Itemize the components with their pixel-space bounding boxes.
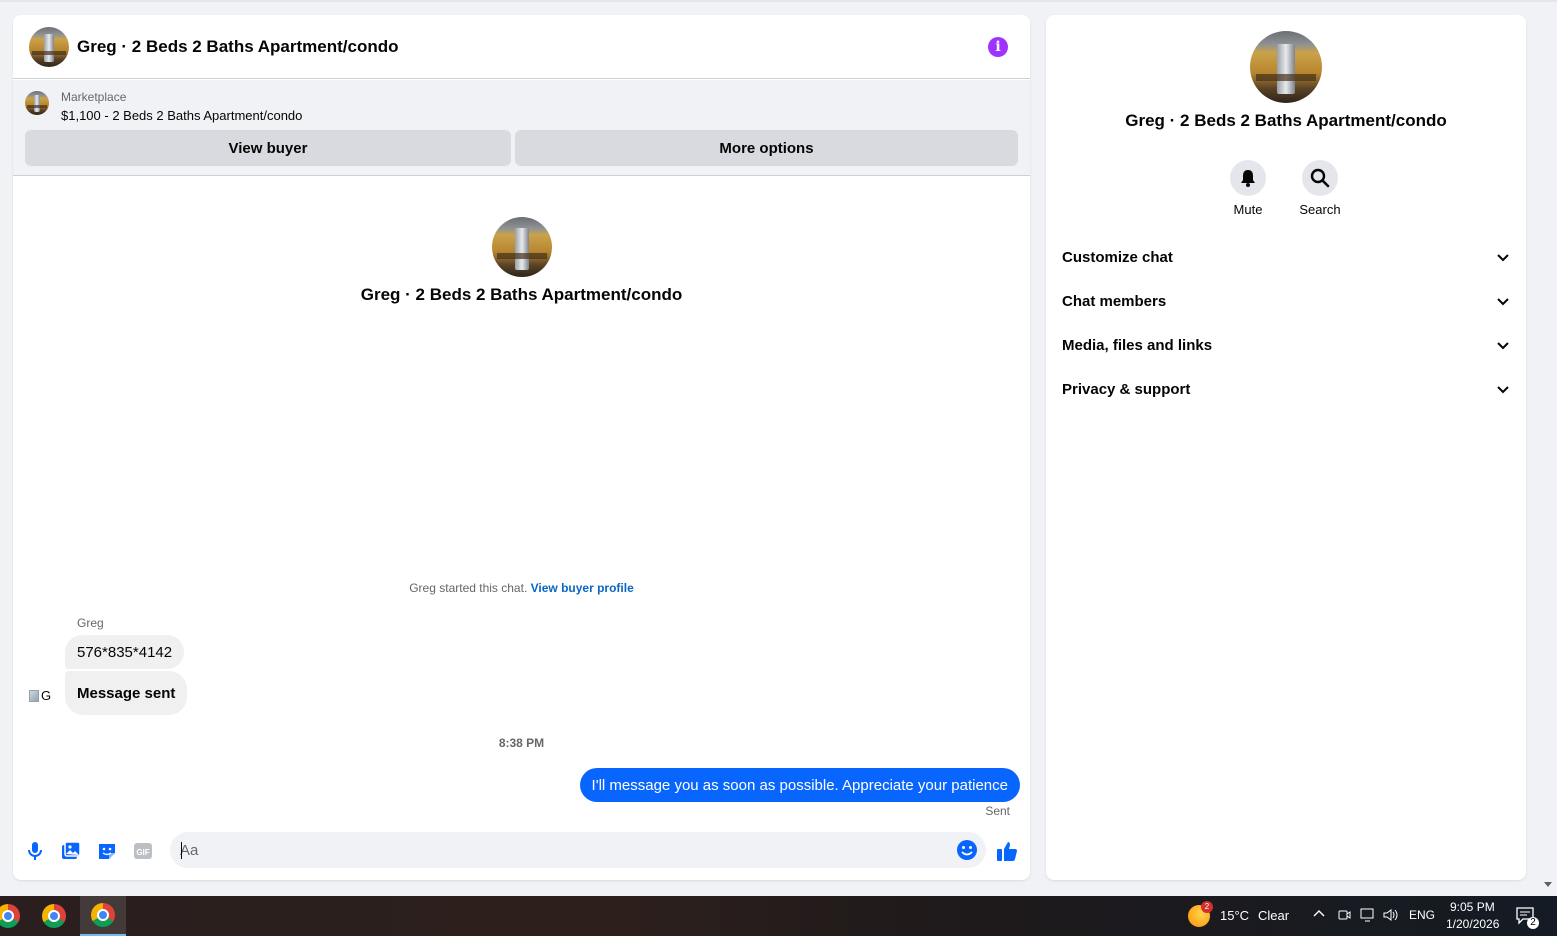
search-icon (1302, 160, 1338, 196)
outgoing-message[interactable]: I'll message you as soon as possible. Ap… (579, 768, 1020, 802)
info-icon[interactable]: i (988, 37, 1008, 57)
scroll-down-arrow[interactable] (1544, 882, 1552, 887)
weather-condition[interactable]: Clear (1258, 908, 1289, 923)
message-input[interactable] (180, 832, 940, 868)
chevron-down-icon (1497, 386, 1509, 394)
marketplace-label: Marketplace (61, 90, 127, 104)
listing-thumbnail (25, 91, 49, 115)
intro-name: Greg · 2 Beds 2 Baths Apartment/condo (360, 285, 683, 304)
meet-now-icon[interactable] (1337, 908, 1351, 925)
sender-avatar: G (29, 688, 51, 703)
text-caret (181, 842, 182, 859)
chat-panel: Greg · 2 Beds 2 Baths Apartment/condo i … (13, 15, 1030, 880)
section-label: Chat members (1062, 292, 1167, 310)
chrome-taskbar-icon[interactable] (34, 896, 74, 936)
started-text: Greg started this chat. (409, 581, 528, 595)
conversation-info-panel: Greg · 2 Beds 2 Baths Apartment/condo Mu… (1046, 15, 1526, 880)
chrome-taskbar-icon-active[interactable] (80, 896, 126, 936)
clock-time[interactable]: 9:05 PM (1450, 900, 1495, 914)
top-divider (0, 0, 1557, 2)
search-label: Search (1299, 202, 1341, 217)
gif-icon[interactable]: GIF (132, 840, 154, 862)
bell-icon (1230, 160, 1266, 196)
chat-header: Greg · 2 Beds 2 Baths Apartment/condo i (13, 15, 1030, 79)
incoming-message[interactable]: 576*835*4142 (65, 635, 185, 669)
broken-image-icon (29, 689, 39, 702)
weather-temperature[interactable]: 15°C (1220, 908, 1249, 923)
chat-title[interactable]: Greg · 2 Beds 2 Baths Apartment/condo (77, 37, 398, 57)
weather-badge: 2 (1201, 901, 1213, 913)
chrome-taskbar-icon[interactable] (0, 896, 28, 936)
volume-icon[interactable] (1383, 908, 1399, 925)
emoji-icon[interactable] (956, 839, 978, 861)
intro-avatar[interactable] (492, 217, 552, 277)
customize-chat-section[interactable]: Customize chat (1062, 237, 1510, 277)
photo-icon[interactable] (60, 840, 82, 862)
notification-count: 2 (1527, 917, 1539, 929)
mute-label: Mute (1233, 202, 1263, 217)
svg-text:GIF: GIF (136, 848, 149, 857)
thumbs-up-icon[interactable] (996, 840, 1018, 862)
microphone-icon[interactable] (24, 840, 46, 862)
privacy-support-section[interactable]: Privacy & support (1062, 369, 1510, 409)
listing-title[interactable]: $1,100 - 2 Beds 2 Baths Apartment/condo (61, 108, 302, 123)
mute-button[interactable]: Mute (1218, 160, 1278, 217)
profile-avatar[interactable] (1250, 31, 1322, 103)
search-button[interactable]: Search (1290, 160, 1350, 217)
chat-avatar[interactable] (29, 26, 69, 67)
chevron-down-icon (1497, 254, 1509, 262)
chat-started-notice: Greg started this chat. View buyer profi… (13, 581, 1030, 595)
profile-name: Greg · 2 Beds 2 Baths Apartment/condo (1125, 111, 1447, 130)
chat-members-section[interactable]: Chat members (1062, 281, 1510, 321)
section-label: Customize chat (1062, 248, 1173, 266)
sender-name: Greg (77, 616, 104, 630)
composer: GIF (13, 830, 1030, 870)
incoming-message[interactable]: Message sent (65, 671, 188, 715)
sticker-icon[interactable] (96, 840, 118, 862)
section-label: Privacy & support (1062, 380, 1191, 398)
message-timestamp: 8:38 PM (498, 736, 545, 750)
view-buyer-profile-link[interactable]: View buyer profile (531, 581, 634, 595)
section-label: Media, files and links (1062, 336, 1213, 354)
chevron-down-icon (1497, 342, 1509, 350)
message-input-wrapper (170, 832, 986, 868)
clock-date[interactable]: 1/20/2026 (1446, 917, 1499, 931)
marketplace-bar: Marketplace $1,100 - 2 Beds 2 Baths Apar… (13, 80, 1030, 176)
view-buyer-button[interactable]: View buyer (25, 130, 511, 166)
language-indicator[interactable]: ENG (1409, 908, 1435, 922)
chevron-down-icon (1497, 298, 1509, 306)
sent-status: Sent (985, 804, 1010, 818)
windows-taskbar: 2 15°C Clear ENG 9:05 PM 1/20/2026 2 (0, 896, 1557, 936)
network-icon[interactable] (1360, 908, 1376, 925)
media-files-links-section[interactable]: Media, files and links (1062, 325, 1510, 365)
chevron-up-icon[interactable] (1313, 908, 1325, 923)
more-options-button[interactable]: More options (515, 130, 1018, 166)
